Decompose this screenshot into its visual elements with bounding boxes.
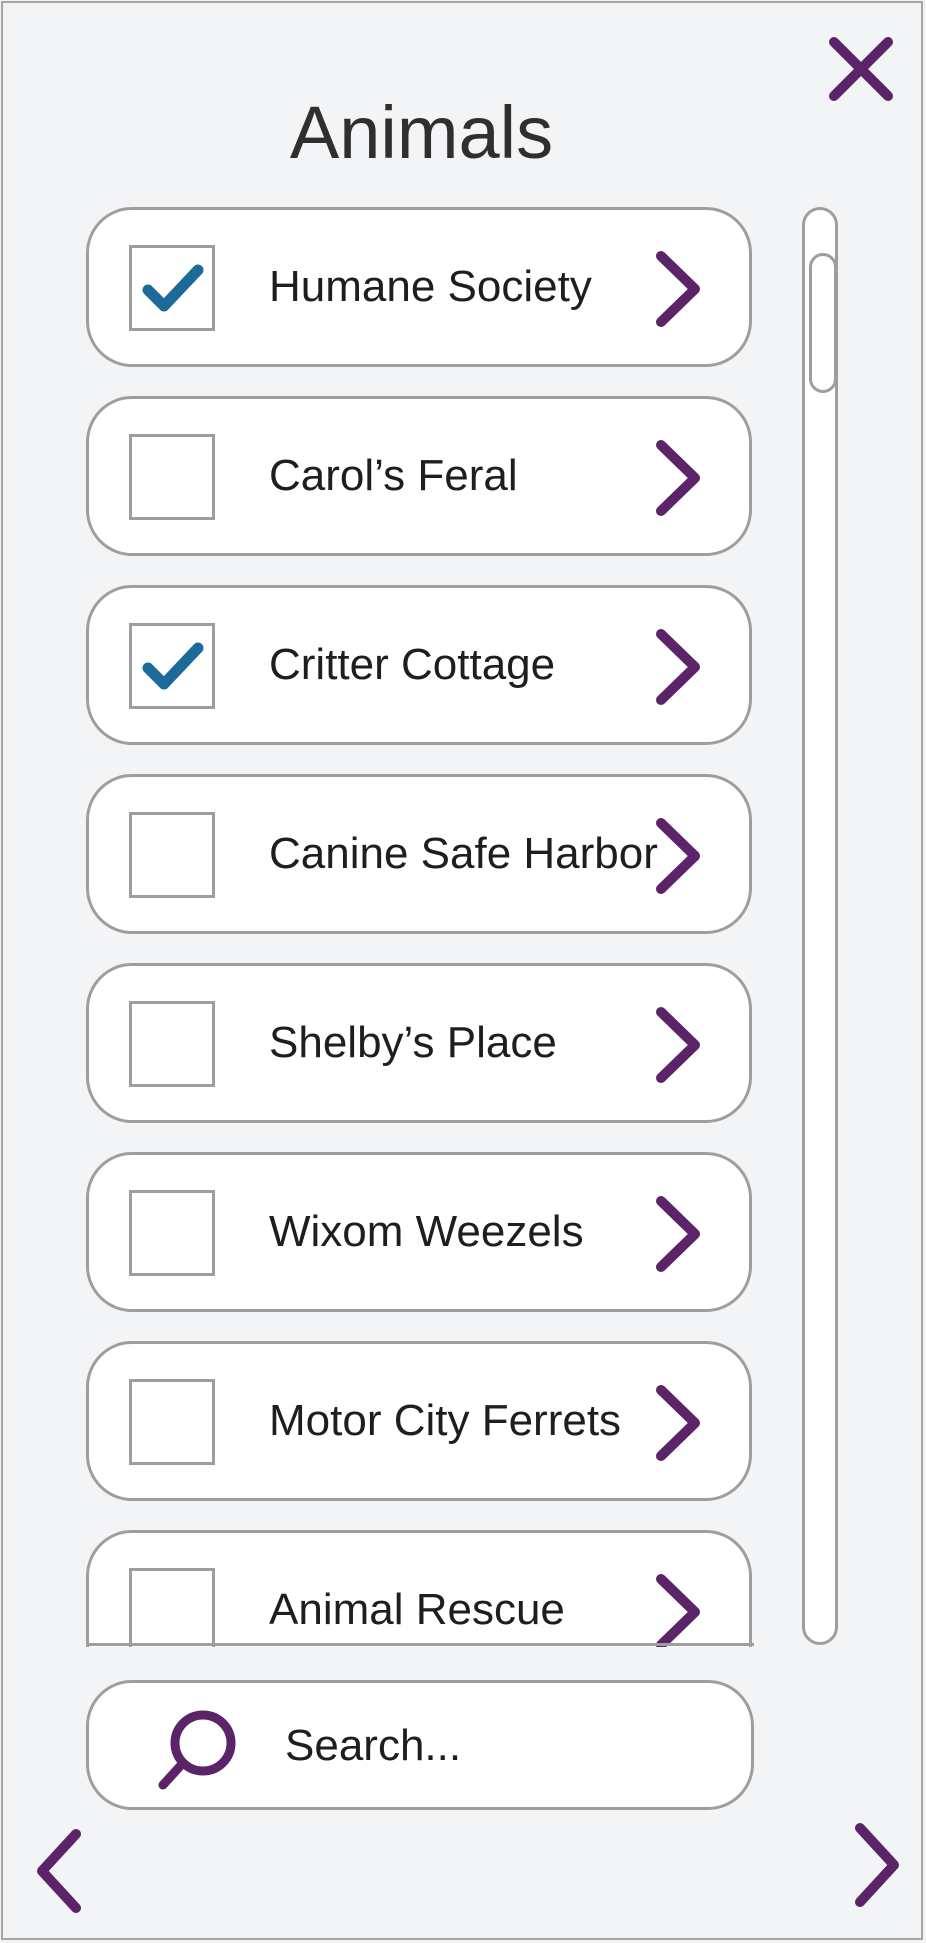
checkbox[interactable] xyxy=(129,434,215,520)
page-title: Animals xyxy=(289,91,554,174)
search-input[interactable] xyxy=(283,1703,727,1789)
checkmark-icon xyxy=(142,642,204,690)
list-item[interactable]: Animal Rescue xyxy=(86,1530,752,1647)
list-item[interactable]: Critter Cottage xyxy=(86,585,752,745)
scrollbar-thumb[interactable] xyxy=(809,253,837,393)
list-item-label: Wixom Weezels xyxy=(269,1207,584,1256)
chevron-right-icon xyxy=(656,440,700,516)
list-item-label: Motor City Ferrets xyxy=(269,1396,622,1445)
search-icon xyxy=(158,1710,236,1790)
checkbox[interactable] xyxy=(129,623,215,709)
chevron-right-icon xyxy=(656,1574,700,1647)
search-box[interactable] xyxy=(86,1680,754,1810)
list-item[interactable]: Motor City Ferrets xyxy=(86,1341,752,1501)
chevron-right-icon xyxy=(656,818,700,894)
list-clip-edge xyxy=(86,1643,754,1646)
list-item[interactable]: Wixom Weezels xyxy=(86,1152,752,1312)
checkbox[interactable] xyxy=(129,245,215,331)
chevron-right-icon xyxy=(656,251,700,327)
checkbox[interactable] xyxy=(129,1001,215,1087)
list-item-label: Humane Society xyxy=(269,262,592,311)
chevron-right-icon xyxy=(656,1007,700,1083)
list-item-label: Carol’s Feral xyxy=(269,451,518,500)
scrollbar[interactable] xyxy=(802,207,838,1645)
chevron-right-icon xyxy=(855,1823,899,1907)
checkbox[interactable] xyxy=(129,1190,215,1276)
list-item[interactable]: Shelby’s Place xyxy=(86,963,752,1123)
chevron-right-icon xyxy=(656,1196,700,1272)
shelter-list: Humane Society Carol’s Feral Critter Cot… xyxy=(80,200,760,1647)
chevron-right-icon xyxy=(656,1385,700,1461)
list-item-label: Shelby’s Place xyxy=(269,1018,557,1067)
previous-button[interactable] xyxy=(30,1826,90,1916)
list-item[interactable]: Humane Society xyxy=(86,207,752,367)
chevron-left-icon xyxy=(37,1829,81,1913)
list-item[interactable]: Canine Safe Harbor xyxy=(86,774,752,934)
next-button[interactable] xyxy=(846,1820,906,1910)
checkbox[interactable] xyxy=(129,1379,215,1465)
checkmark-icon xyxy=(142,264,204,312)
list-item-label: Critter Cottage xyxy=(269,640,556,689)
list-item[interactable]: Carol’s Feral xyxy=(86,396,752,556)
list-item-label: Canine Safe Harbor xyxy=(269,829,658,878)
checkbox[interactable] xyxy=(129,812,215,898)
chevron-right-icon xyxy=(656,629,700,705)
checkbox[interactable] xyxy=(129,1568,215,1647)
list-item-label: Animal Rescue xyxy=(269,1585,565,1634)
